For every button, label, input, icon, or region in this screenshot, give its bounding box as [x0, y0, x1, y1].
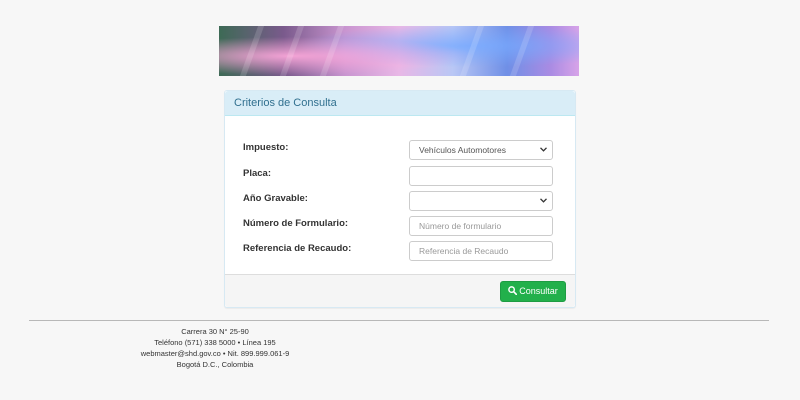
impuesto-select[interactable]: Vehículos Automotores	[409, 140, 553, 160]
formulario-row: Número de Formulario: Número de formular…	[243, 216, 557, 236]
footer-address: Carrera 30 N° 25-90	[181, 327, 249, 336]
placa-label: Placa:	[243, 168, 271, 179]
footer-phone: Teléfono (571) 338 5000 • Línea 195	[154, 338, 276, 347]
footer-city: Bogotá D.C., Colombia	[176, 360, 254, 369]
referencia-row: Referencia de Recaudo: Referencia de Rec…	[243, 241, 557, 261]
formulario-input[interactable]: Número de formulario	[409, 216, 553, 236]
search-icon	[508, 286, 518, 296]
footer-contact: webmaster@shd.gov.co • Nit. 899.999.061-…	[140, 349, 290, 358]
placa-input[interactable]	[409, 166, 553, 186]
anio-row: Año Gravable:	[243, 191, 557, 211]
panel-title: Criterios de Consulta	[225, 91, 575, 116]
anio-label: Año Gravable:	[243, 193, 308, 204]
referencia-input[interactable]: Referencia de Recaudo	[409, 241, 553, 261]
anio-select[interactable]	[409, 191, 553, 211]
consultar-button-label: Consultar	[519, 286, 558, 296]
formulario-label: Número de Formulario:	[243, 218, 349, 229]
consulta-panel: Criterios de Consulta Impuesto: Vehículo…	[224, 90, 576, 308]
panel-footer: Consultar	[225, 274, 575, 307]
referencia-label: Referencia de Recaudo:	[243, 243, 352, 254]
impuesto-row: Impuesto: Vehículos Automotores	[243, 140, 557, 160]
chevron-down-icon	[540, 147, 547, 152]
chevron-down-icon	[540, 198, 547, 203]
footer-info: Carrera 30 N° 25-90 Teléfono (571) 338 5…	[120, 326, 310, 370]
consultar-button[interactable]: Consultar	[500, 281, 566, 302]
placa-row: Placa:	[243, 166, 557, 186]
header-banner	[219, 26, 579, 76]
impuesto-label: Impuesto:	[243, 142, 289, 153]
impuesto-select-value: Vehículos Automotores	[419, 145, 506, 155]
footer-divider	[29, 320, 769, 321]
